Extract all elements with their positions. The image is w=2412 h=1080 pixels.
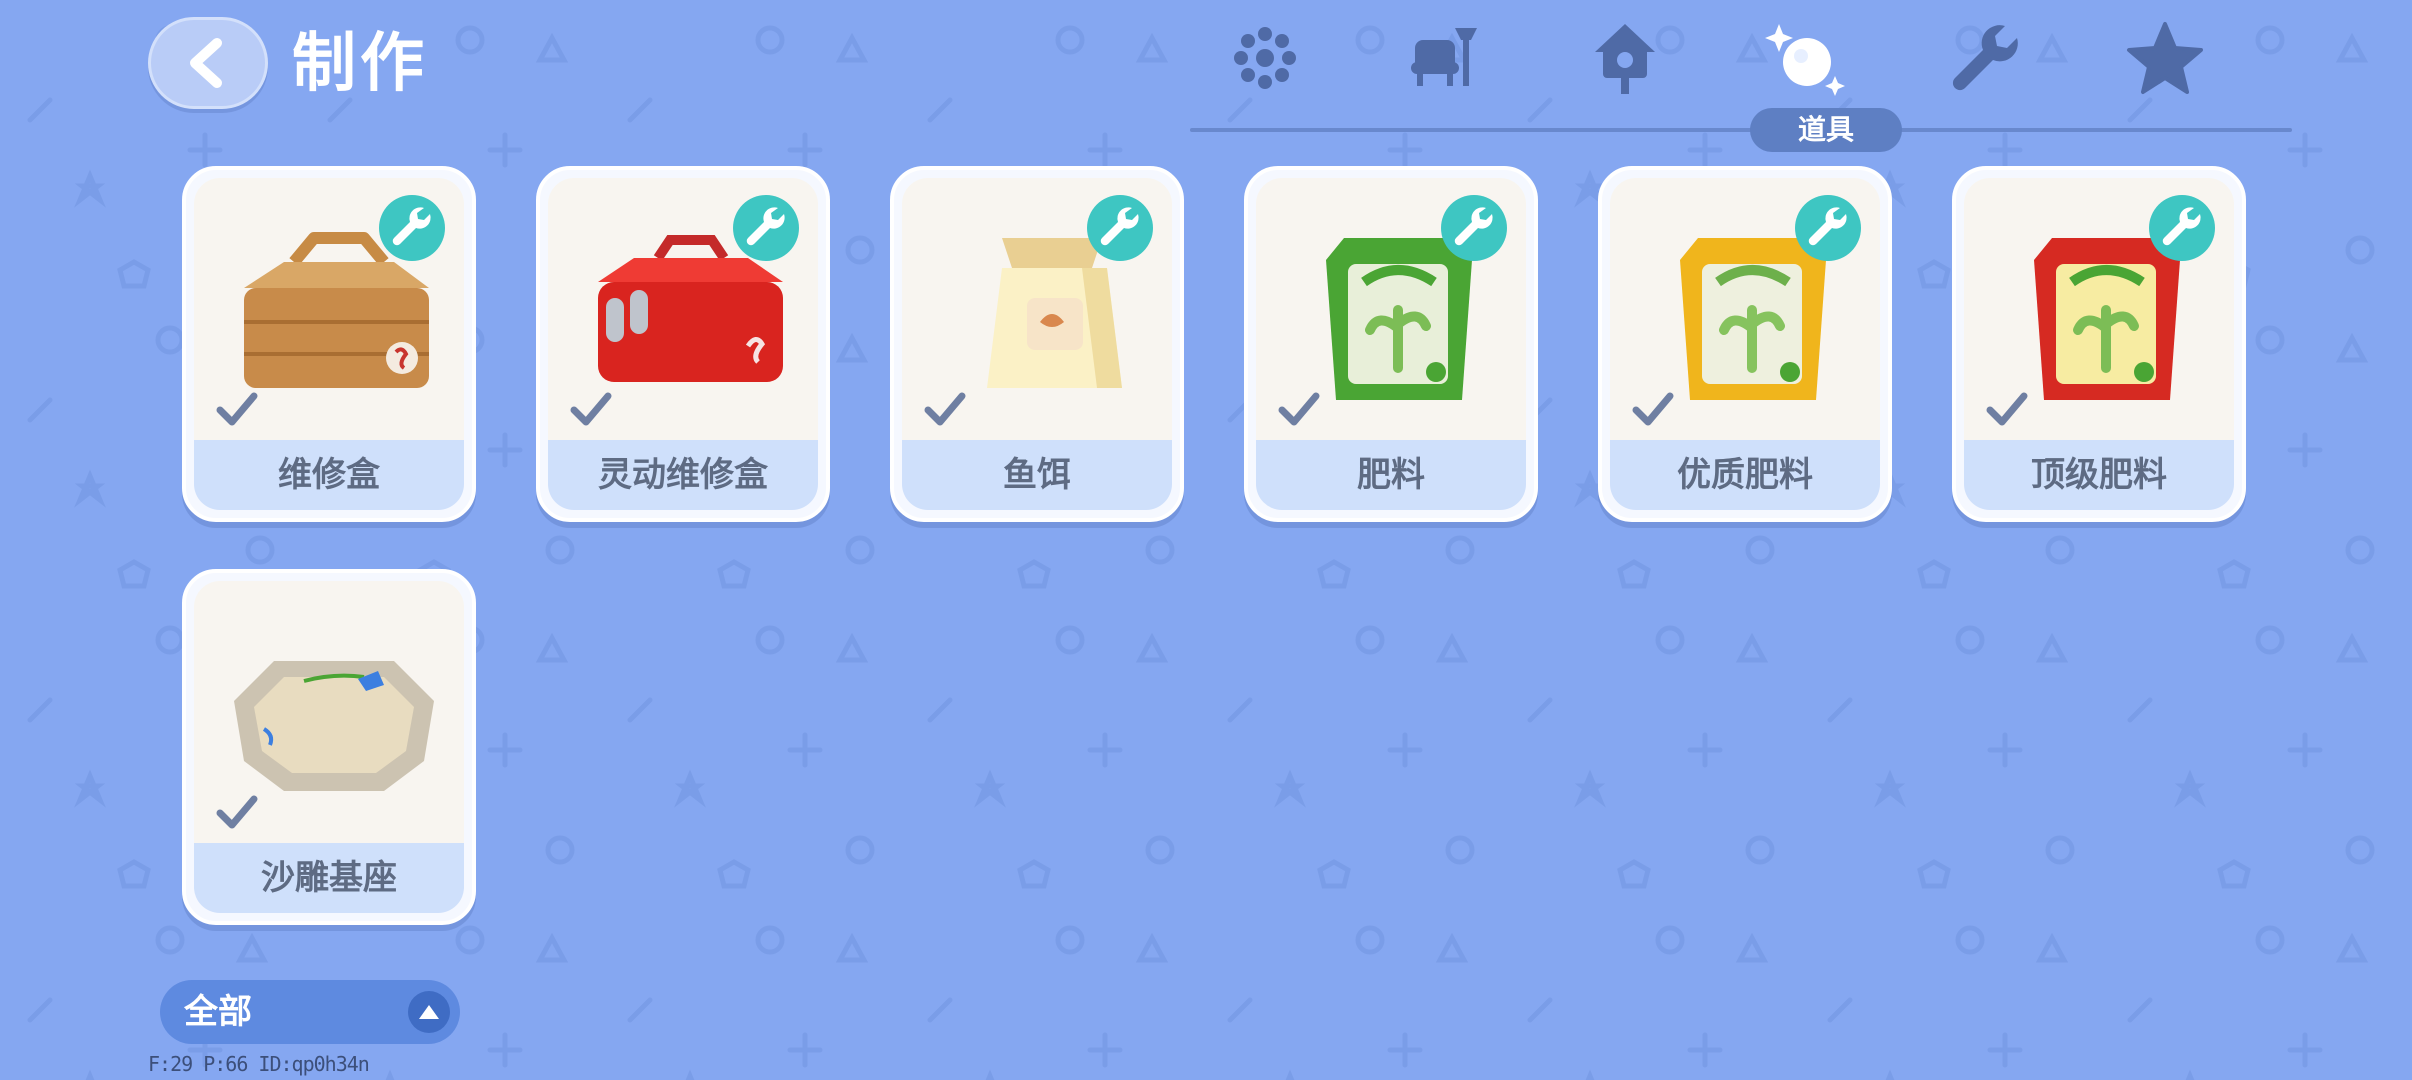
page-title: 制作 [292, 27, 428, 101]
item-card-image-area [1610, 178, 1880, 440]
item-card-image-area [902, 178, 1172, 440]
item-name: 肥料 [1256, 440, 1526, 510]
tab-furniture[interactable] [1390, 18, 1500, 118]
item-name: 维修盒 [194, 440, 464, 510]
wrench-badge-icon [1441, 195, 1507, 261]
back-button[interactable] [148, 17, 268, 109]
item-name: 顶级肥料 [1964, 440, 2234, 510]
item-card-repair-box[interactable]: 维修盒 [182, 166, 476, 522]
star-icon [2127, 22, 2203, 94]
item-card-image-area [548, 178, 818, 440]
check-icon [1986, 392, 2028, 426]
item-name: 灵动维修盒 [548, 440, 818, 510]
check-icon [924, 392, 966, 426]
tab-all[interactable] [1210, 18, 1320, 118]
item-card-image-area [194, 178, 464, 440]
tab-outdoor[interactable] [1570, 18, 1680, 118]
filter-dropdown[interactable]: 全部 [160, 980, 460, 1044]
tab-tools[interactable] [1930, 18, 2040, 118]
item-name: 优质肥料 [1610, 440, 1880, 510]
item-card-fertilizer[interactable]: 肥料 [1244, 166, 1538, 522]
tab-favorites[interactable] [2110, 18, 2220, 118]
wrench-badge-icon [1087, 195, 1153, 261]
item-name: 沙雕基座 [194, 843, 464, 913]
sparkle-orb-icon [1765, 24, 1845, 96]
wrench-icon [1952, 25, 2018, 91]
wrench-badge-icon [1795, 195, 1861, 261]
furniture-icon [1411, 28, 1477, 86]
item-card-fish-bait[interactable]: 鱼饵 [890, 166, 1184, 522]
wrench-badge-icon [2149, 195, 2215, 261]
item-card-nimble-repair-box[interactable]: 灵动维修盒 [536, 166, 830, 522]
item-card-image-area [1964, 178, 2234, 440]
item-card-image-area [194, 581, 464, 843]
tab-props[interactable] [1750, 18, 1860, 118]
chevron-left-icon [190, 38, 222, 88]
item-card-premium-fertilizer[interactable]: 优质肥料 [1598, 166, 1892, 522]
wrench-badge-icon [379, 195, 445, 261]
item-card-sand-sculpture-base[interactable]: 沙雕基座 [182, 569, 476, 925]
tab-underline [1190, 128, 2292, 132]
debug-info: F:29 P:66 ID:qp0h34n [148, 1052, 370, 1076]
item-card-top-fertilizer[interactable]: 顶级肥料 [1952, 166, 2246, 522]
tab-props-label: 道具 [1750, 108, 1902, 152]
sand-base-icon [234, 661, 434, 791]
chevron-up-icon [408, 991, 450, 1033]
category-tabs: 道具 [1190, 0, 2292, 152]
check-icon [216, 392, 258, 426]
check-icon [1278, 392, 1320, 426]
birdhouse-icon [1595, 24, 1655, 94]
dots-grid-icon [1234, 27, 1296, 89]
filter-label: 全部 [184, 992, 252, 1032]
item-name: 鱼饵 [902, 440, 1172, 510]
wrench-badge-icon [733, 195, 799, 261]
check-icon [216, 795, 258, 829]
check-icon [1632, 392, 1674, 426]
item-card-image-area [1256, 178, 1526, 440]
check-icon [570, 392, 612, 426]
